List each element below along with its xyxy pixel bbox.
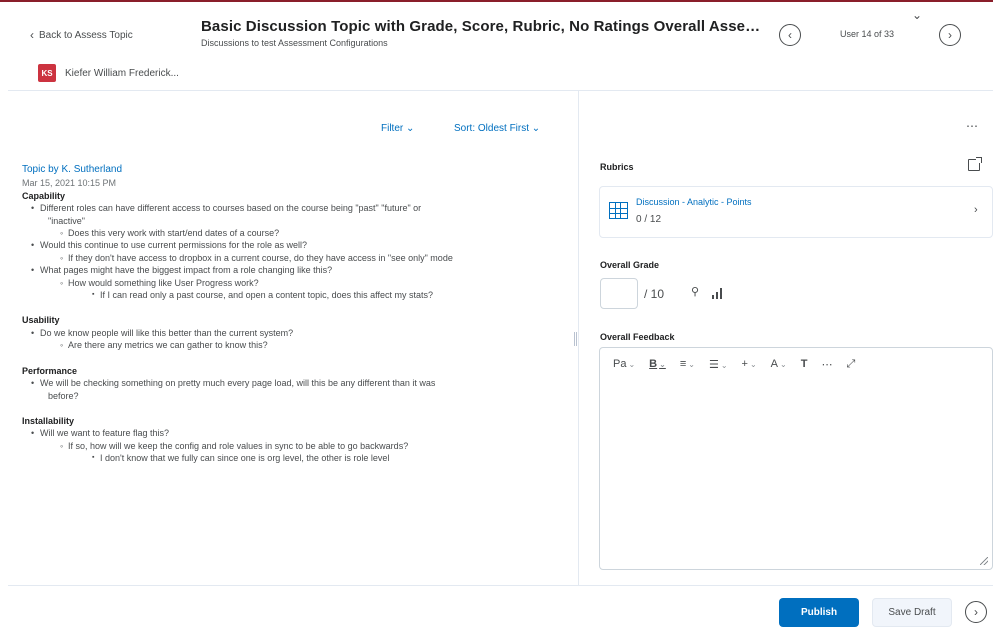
discussion-post: Topic by K. Sutherland Mar 15, 2021 10:1… (22, 164, 572, 465)
chevron-left-icon: ‹ (30, 28, 34, 42)
section-heading: Performance (22, 365, 78, 376)
font-dropdown[interactable]: A ⌄ (771, 358, 787, 370)
list-item: I don't know that we fully can since one… (22, 452, 572, 465)
sort-dropdown[interactable]: Sort: Oldest First ⌄ (454, 123, 540, 134)
more-options-icon[interactable]: ⋯ (966, 119, 979, 133)
pin-icon[interactable]: ⚲ (691, 285, 699, 298)
divider (8, 585, 993, 586)
avatar: KS (38, 64, 56, 82)
rubric-score: 0 / 12 (636, 214, 662, 225)
filter-label: Filter (381, 123, 404, 134)
fullscreen-icon[interactable]: ⤢ (846, 358, 855, 371)
user-name[interactable]: Kiefer William Frederick... (65, 68, 179, 79)
insert-dropdown[interactable]: + ⌄ (742, 358, 757, 370)
page-title: Basic Discussion Topic with Grade, Score… (201, 18, 761, 35)
grade-stats-icon[interactable] (712, 288, 724, 299)
rubric-name: Discussion - Analytic - Points (636, 197, 752, 207)
list-item: before? (48, 390, 79, 401)
page-subtitle: Discussions to test Assessment Configura… (201, 38, 388, 48)
align-dropdown[interactable]: ≡ ⌄ (680, 358, 695, 370)
list-item: If I can read only a past course, and op… (22, 289, 572, 302)
back-to-assess-topic-link[interactable]: ‹ Back to Assess Topic (30, 28, 133, 42)
post-date: Mar 15, 2021 10:15 PM (22, 178, 117, 189)
list-item: Does this very work with start/end dates… (22, 227, 572, 240)
previous-user-button[interactable]: ‹ (779, 24, 801, 46)
overall-grade-input[interactable] (600, 278, 638, 309)
feedback-editor[interactable]: Pa ⌄ B ⌄ ≡ ⌄ ☰ ⌄ + ⌄ A ⌄ T ⋯ ⤢ (599, 347, 993, 570)
overall-grade-label: Overall Grade (600, 260, 660, 270)
list-item: We will be checking something on pretty … (22, 377, 572, 390)
chevron-right-icon: › (974, 204, 978, 216)
post-author-link[interactable]: Topic by K. Sutherland (22, 164, 572, 176)
list-item: What pages might have the biggest impact… (22, 264, 572, 277)
rubric-card[interactable]: Discussion - Analytic - Points 0 / 12 › (599, 186, 993, 238)
list-item: Will we want to feature flag this? (22, 427, 572, 440)
next-user-button[interactable]: › (939, 24, 961, 46)
discussion-panel: Filter ⌄ Sort: Oldest First ⌄ Topic by K… (8, 91, 578, 585)
chevron-right-icon: › (974, 605, 978, 619)
list-item: Different roles can have different acces… (22, 202, 572, 215)
section-heading: Installability (22, 415, 75, 426)
user-count: User 14 of 33 (840, 29, 895, 39)
save-draft-button[interactable]: Save Draft (872, 598, 952, 627)
grade-out-of: / 10 (644, 287, 665, 301)
chevron-down-icon: ⌄ (406, 123, 415, 134)
rubric-grid-icon (609, 202, 628, 219)
editor-toolbar: Pa ⌄ B ⌄ ≡ ⌄ ☰ ⌄ + ⌄ A ⌄ T ⋯ ⤢ (600, 348, 992, 380)
list-dropdown[interactable]: ☰ ⌄ (709, 358, 728, 371)
assessment-panel: ⋯ Rubrics Discussion - Analytic - Points… (579, 91, 993, 585)
drag-handle-icon[interactable] (574, 332, 577, 346)
user-row: KS Kiefer William Frederick... (38, 64, 179, 82)
feedback-textarea[interactable] (600, 380, 992, 569)
chevron-down-icon: ⌄ (531, 123, 541, 134)
resize-handle-icon[interactable] (980, 557, 988, 565)
page-header: ‹ Back to Assess Topic Basic Discussion … (8, 2, 993, 58)
format-dropdown[interactable]: Pa ⌄ (613, 358, 635, 370)
sort-label: Sort: Oldest First (454, 123, 530, 134)
bold-button[interactable]: B ⌄ (649, 358, 666, 370)
chevron-right-icon: › (948, 28, 952, 42)
next-student-button[interactable]: › (965, 601, 987, 623)
popout-icon[interactable] (968, 157, 982, 171)
section-heading: Usability (22, 315, 60, 326)
section-heading: Capability (22, 190, 66, 201)
list-item: "inactive" (48, 215, 85, 226)
rubrics-heading: Rubrics (600, 162, 634, 172)
title-block: Basic Discussion Topic with Grade, Score… (201, 18, 761, 48)
post-body: CapabilityDifferent roles can have diffe… (22, 190, 572, 465)
clear-format-button[interactable]: T (801, 358, 808, 370)
back-link-label: Back to Assess Topic (39, 29, 133, 41)
chevron-down-icon[interactable]: ⌄ (912, 8, 922, 22)
list-item: Would this continue to use current permi… (22, 239, 572, 252)
publish-button[interactable]: Publish (779, 598, 859, 627)
list-item: If so, how will we keep the config and r… (22, 440, 572, 453)
chevron-left-icon: ‹ (788, 28, 792, 42)
overall-feedback-label: Overall Feedback (600, 332, 675, 342)
more-tools-button[interactable]: ⋯ (821, 358, 832, 371)
list-item: Do we know people will like this better … (22, 327, 572, 340)
list-item: Are there any metrics we can gather to k… (22, 339, 572, 352)
filter-dropdown[interactable]: Filter ⌄ (381, 123, 414, 134)
list-item: If they don't have access to dropbox in … (22, 252, 572, 265)
list-item: How would something like User Progress w… (22, 277, 572, 290)
